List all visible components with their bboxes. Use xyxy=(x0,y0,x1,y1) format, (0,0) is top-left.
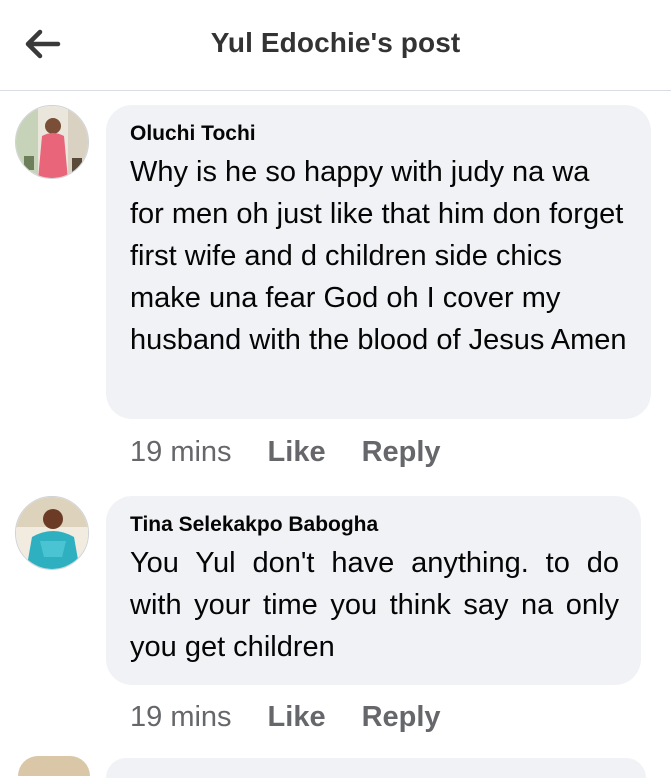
like-button[interactable]: Like xyxy=(268,701,326,734)
reply-button[interactable]: Reply xyxy=(362,701,441,734)
like-button[interactable]: Like xyxy=(268,436,326,469)
avatar[interactable] xyxy=(15,105,89,179)
next-avatar[interactable] xyxy=(18,756,90,776)
page-title: Yul Edochie's post xyxy=(210,27,461,58)
comment-author[interactable]: Tina Selekakpo Babogha xyxy=(130,512,619,538)
comment-text: Why is he so happy with judy na wa for m… xyxy=(130,156,627,356)
comment-author[interactable]: Oluchi Tochi xyxy=(130,121,629,147)
comment-timestamp: 19 mins xyxy=(130,701,232,733)
comment-text: You Yul don't have anything. to do with … xyxy=(130,547,619,663)
comment-bubble: Oluchi Tochi Why is he so happy with jud… xyxy=(106,105,651,419)
avatar[interactable] xyxy=(15,496,89,570)
reply-button[interactable]: Reply xyxy=(362,436,441,469)
comment-timestamp: 19 mins xyxy=(130,436,232,468)
comment-bubble: Tina Selekakpo Babogha You Yul don't hav… xyxy=(106,496,641,685)
comment-actions: 19 mins Like Reply xyxy=(130,701,441,734)
comment-actions: 19 mins Like Reply xyxy=(130,436,441,469)
next-comment-bubble xyxy=(106,758,646,778)
top-bar: Yul Edochie's post xyxy=(0,0,671,91)
